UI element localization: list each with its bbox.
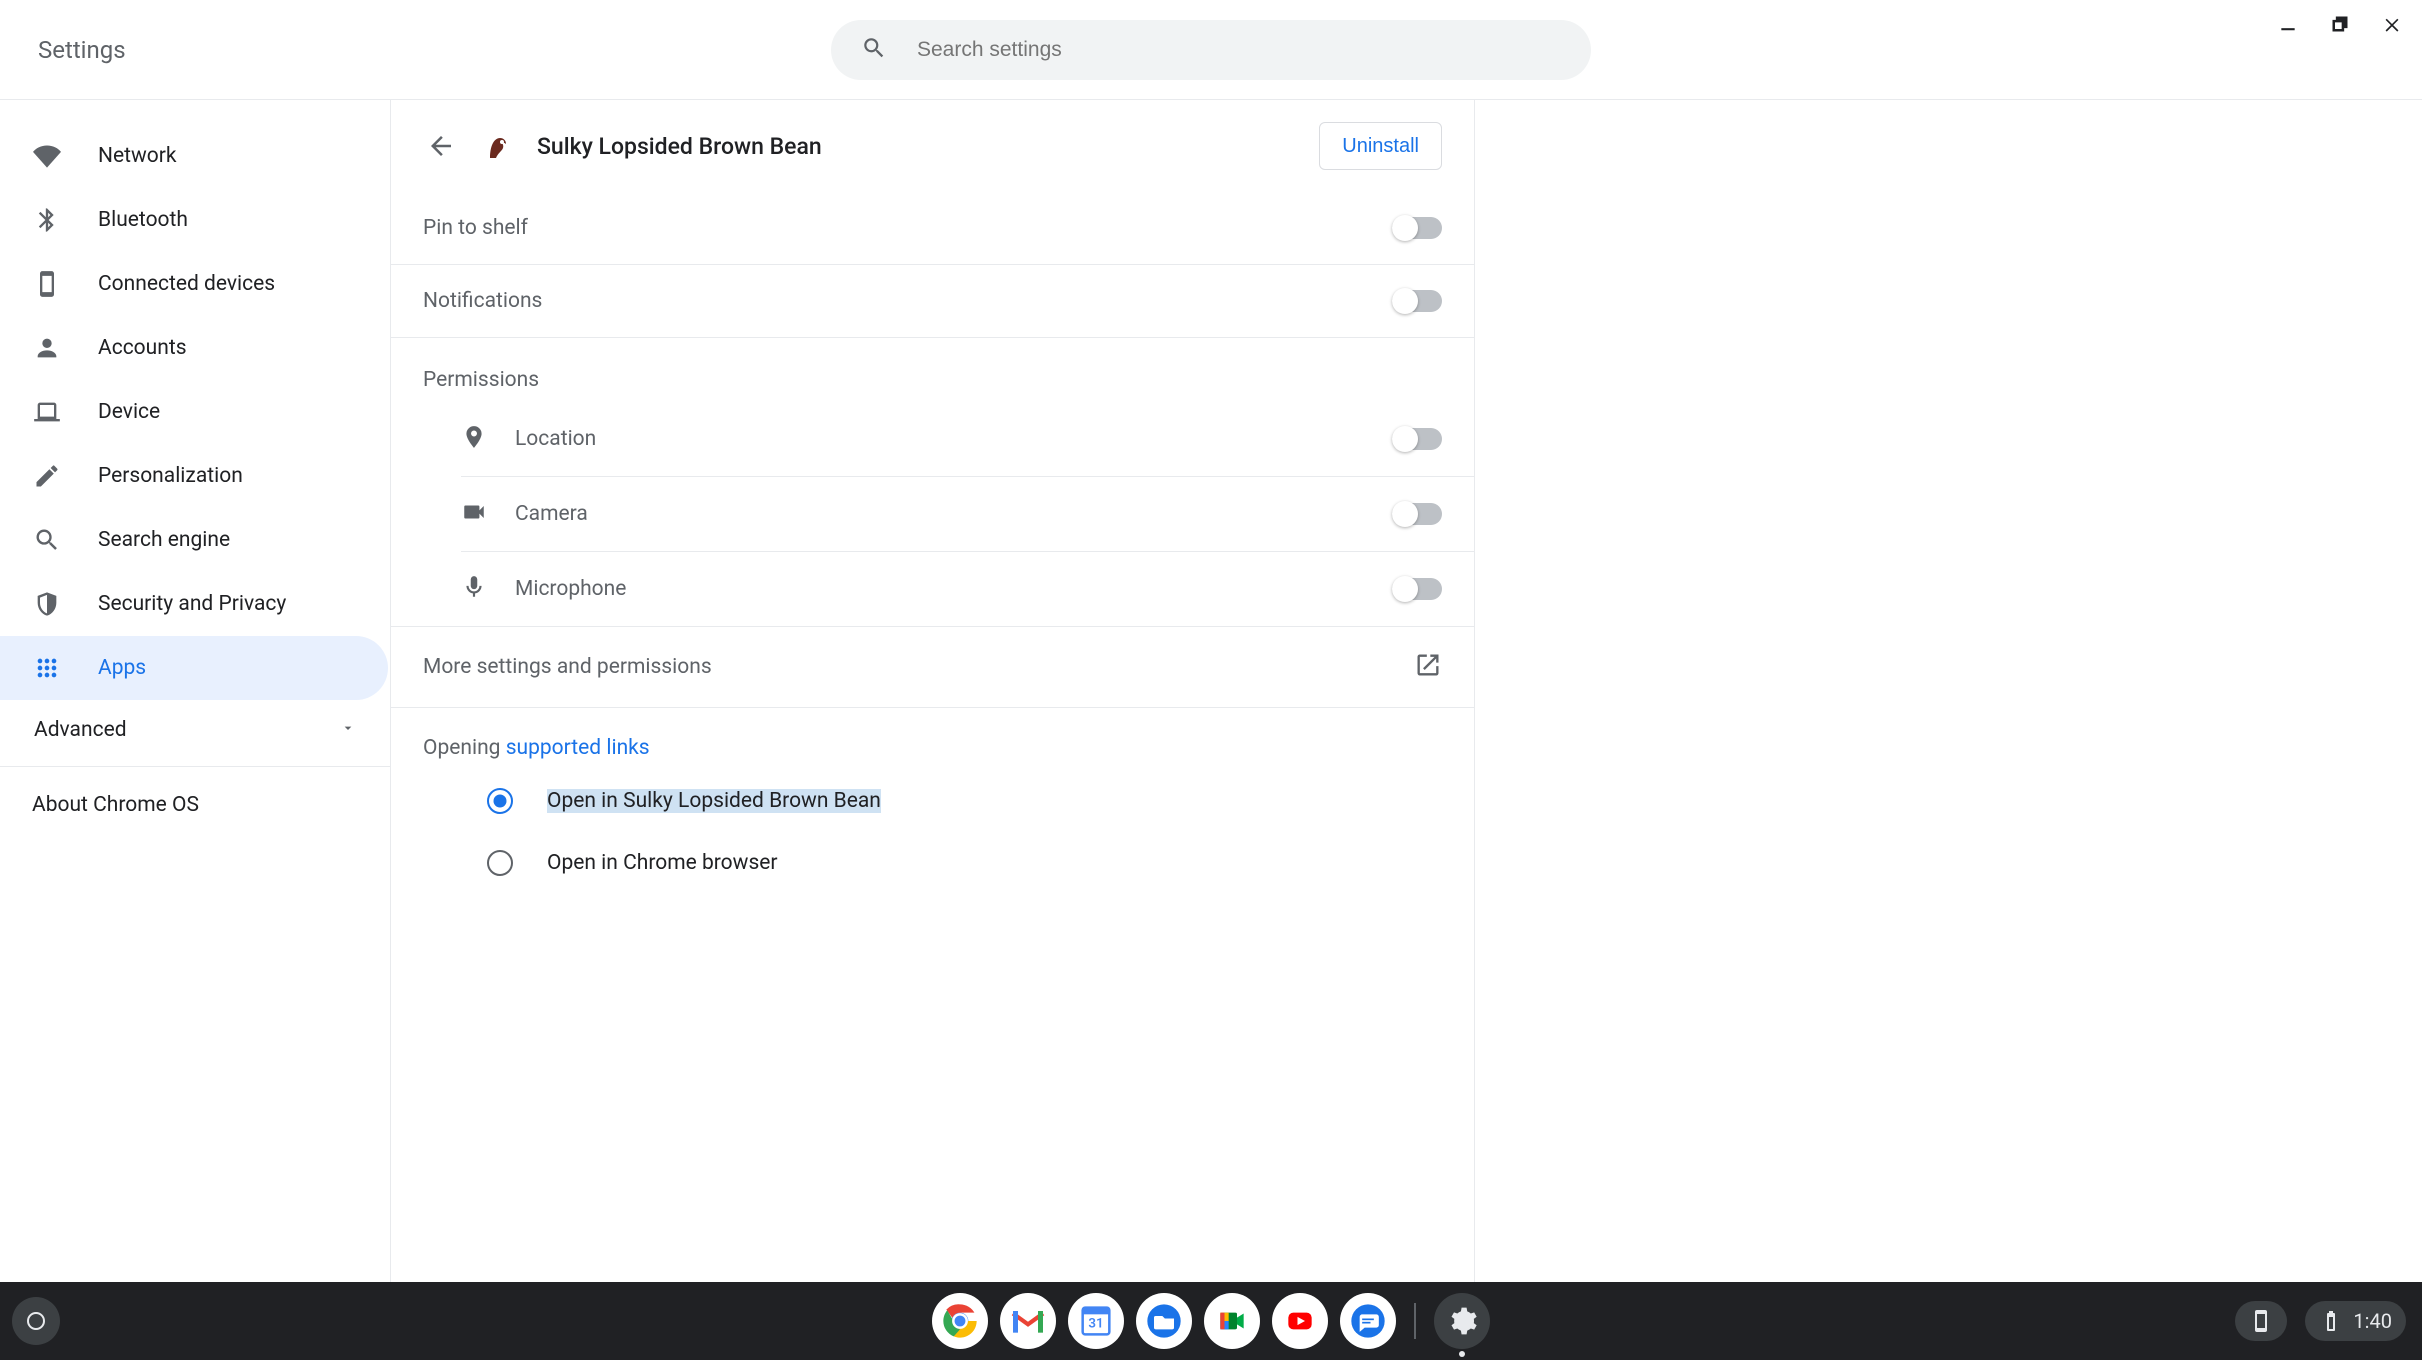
- radio-open-in-chrome[interactable]: [487, 850, 513, 876]
- uninstall-button[interactable]: Uninstall: [1319, 122, 1442, 170]
- shelf: 31 1:40: [0, 1282, 2422, 1360]
- sidebar-item-security-privacy[interactable]: Security and Privacy: [0, 572, 388, 636]
- permission-label: Location: [515, 427, 596, 451]
- radio-label: Open in Sulky Lopsided Brown Bean: [547, 789, 881, 813]
- shelf-app-settings[interactable]: [1434, 1293, 1490, 1349]
- divider: [0, 766, 390, 767]
- sidebar-item-device[interactable]: Device: [0, 380, 388, 444]
- minimize-button[interactable]: [2276, 12, 2300, 36]
- status-tray[interactable]: 1:40: [2305, 1301, 2406, 1341]
- shelf-separator: [1414, 1303, 1416, 1339]
- open-in-app-option[interactable]: Open in Sulky Lopsided Brown Bean: [391, 770, 1474, 832]
- supported-links-link[interactable]: supported links: [506, 736, 650, 760]
- pin-to-shelf-row: Pin to shelf: [391, 192, 1474, 265]
- radio-open-in-app[interactable]: [487, 788, 513, 814]
- microphone-toggle[interactable]: [1392, 578, 1442, 600]
- notifications-row: Notifications: [391, 265, 1474, 338]
- permission-camera: Camera: [461, 477, 1474, 552]
- sidebar-item-label: Accounts: [98, 336, 187, 360]
- open-external-icon: [1414, 651, 1442, 683]
- sidebar-item-label: Bluetooth: [98, 208, 188, 232]
- shelf-app-meet[interactable]: [1204, 1293, 1260, 1349]
- close-button[interactable]: [2380, 12, 2404, 36]
- bluetooth-icon: [32, 205, 62, 235]
- shelf-app-chrome[interactable]: [932, 1293, 988, 1349]
- sidebar-item-bluetooth[interactable]: Bluetooth: [0, 188, 388, 252]
- search-input[interactable]: [917, 38, 1561, 62]
- camera-icon: [461, 499, 487, 529]
- person-icon: [32, 333, 62, 363]
- sidebar-item-label: Security and Privacy: [98, 592, 286, 616]
- sidebar-item-label: Search engine: [98, 528, 230, 552]
- wifi-icon: [32, 141, 62, 171]
- advanced-label: Advanced: [34, 718, 127, 742]
- search-engine-icon: [32, 525, 62, 555]
- app-name-title: Sulky Lopsided Brown Bean: [537, 133, 1299, 160]
- permission-location: Location: [461, 402, 1474, 477]
- opening-header: Opening supported links: [391, 708, 1474, 770]
- sidebar-item-apps[interactable]: Apps: [0, 636, 388, 700]
- permission-label: Microphone: [515, 577, 626, 601]
- notifications-toggle[interactable]: [1392, 290, 1442, 312]
- search-box[interactable]: [831, 20, 1591, 80]
- location-toggle[interactable]: [1392, 428, 1442, 450]
- status-phone-pill[interactable]: [2235, 1301, 2287, 1341]
- sidebar-item-label: Connected devices: [98, 272, 275, 296]
- battery-icon: [2319, 1309, 2343, 1333]
- shelf-app-youtube[interactable]: [1272, 1293, 1328, 1349]
- shield-icon: [32, 589, 62, 619]
- apps-icon: [32, 653, 62, 683]
- microphone-icon: [461, 574, 487, 604]
- sidebar-item-network[interactable]: Network: [0, 124, 388, 188]
- shelf-app-gmail[interactable]: [1000, 1293, 1056, 1349]
- permission-microphone: Microphone: [461, 552, 1474, 626]
- radio-label: Open in Chrome browser: [547, 851, 778, 875]
- app-detail-panel: Sulky Lopsided Brown Bean Uninstall Pin …: [390, 100, 1475, 1282]
- sidebar-about[interactable]: About Chrome OS: [0, 773, 390, 837]
- pin-label: Pin to shelf: [423, 216, 528, 240]
- sidebar: Network Bluetooth Connected devices Acco…: [0, 100, 390, 1282]
- shelf-app-files[interactable]: [1136, 1293, 1192, 1349]
- opening-prefix: Opening: [423, 736, 506, 760]
- sidebar-item-accounts[interactable]: Accounts: [0, 316, 388, 380]
- shelf-app-calendar[interactable]: 31: [1068, 1293, 1124, 1349]
- shelf-app-messages[interactable]: [1340, 1293, 1396, 1349]
- permissions-label: Permissions: [391, 338, 1474, 402]
- sidebar-advanced[interactable]: Advanced: [0, 700, 390, 760]
- notifications-label: Notifications: [423, 289, 542, 313]
- sidebar-item-label: Device: [98, 400, 160, 424]
- pen-icon: [32, 461, 62, 491]
- sidebar-item-label: Apps: [98, 656, 146, 680]
- more-settings-row[interactable]: More settings and permissions: [391, 627, 1474, 708]
- maximize-button[interactable]: [2328, 12, 2352, 36]
- svg-text:31: 31: [1088, 1317, 1103, 1332]
- camera-toggle[interactable]: [1392, 503, 1442, 525]
- sidebar-item-personalization[interactable]: Personalization: [0, 444, 388, 508]
- laptop-icon: [32, 397, 62, 427]
- location-icon: [461, 424, 487, 454]
- sidebar-item-connected-devices[interactable]: Connected devices: [0, 252, 388, 316]
- chevron-down-icon: [340, 720, 356, 740]
- more-settings-label: More settings and permissions: [423, 655, 712, 679]
- sidebar-item-search-engine[interactable]: Search engine: [0, 508, 388, 572]
- search-icon: [861, 35, 887, 65]
- launcher-icon: [27, 1312, 45, 1330]
- phone-icon: [32, 269, 62, 299]
- pin-toggle[interactable]: [1392, 217, 1442, 239]
- sidebar-item-label: Network: [98, 144, 177, 168]
- permission-label: Camera: [515, 502, 588, 526]
- sidebar-item-label: Personalization: [98, 464, 243, 488]
- launcher-button[interactable]: [12, 1297, 60, 1345]
- back-button[interactable]: [423, 128, 459, 164]
- app-icon: [479, 127, 517, 165]
- clock: 1:40: [2353, 1309, 2392, 1333]
- page-title: Settings: [38, 36, 126, 64]
- open-in-chrome-option[interactable]: Open in Chrome browser: [391, 832, 1474, 894]
